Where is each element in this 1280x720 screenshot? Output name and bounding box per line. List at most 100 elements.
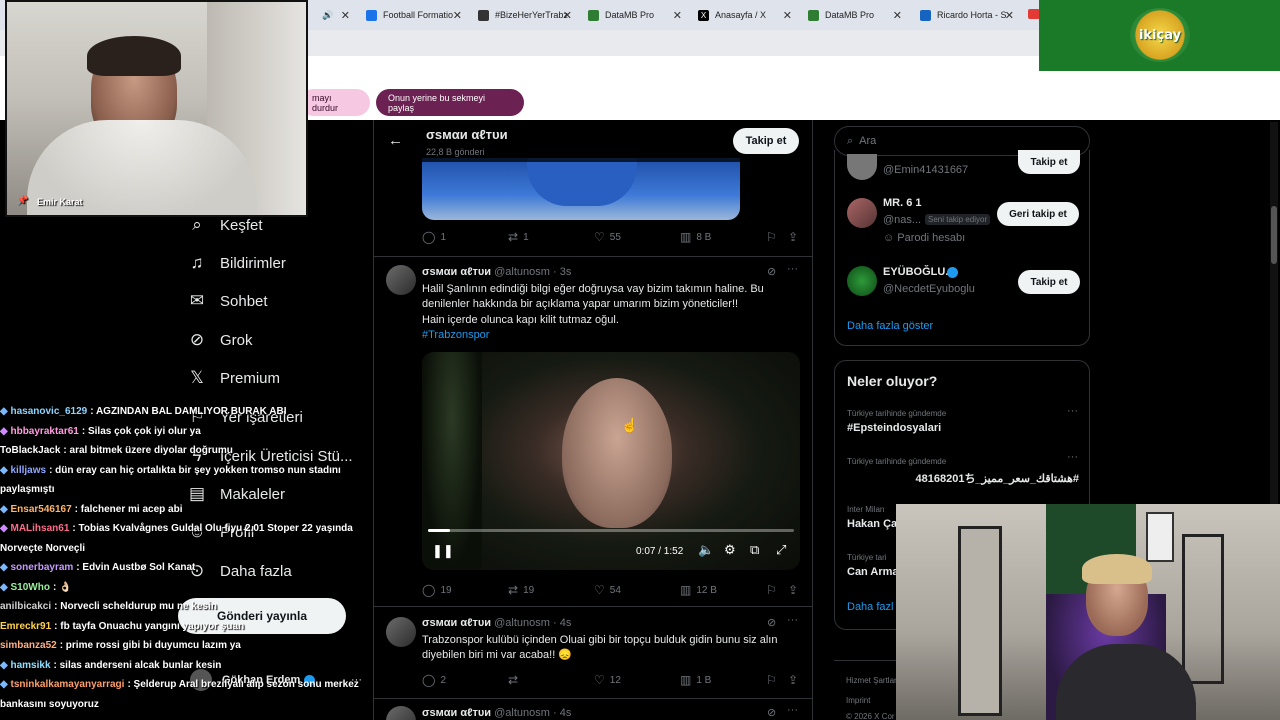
trend-item[interactable]: Türkiye tarihinde gündemde #هشتاقك_سعر_م…: [835, 451, 1089, 485]
views-count: 1 B: [696, 674, 712, 686]
scrollbar-thumb[interactable]: [1271, 206, 1277, 264]
browser-tab[interactable]: X Anasayfa / X ✕: [698, 4, 792, 26]
close-tab-icon[interactable]: ✕: [563, 9, 572, 22]
chat-username: MALihsan61: [10, 523, 70, 534]
more-options-icon[interactable]: ···: [787, 263, 798, 275]
tweet-author[interactable]: σsмαи αℓтυи @altunosm · 4s: [422, 617, 571, 629]
x-logo-icon: 𝕏: [190, 368, 204, 387]
search-icon: ⌕: [192, 215, 202, 234]
volume-icon[interactable]: 🔈: [698, 542, 714, 558]
stop-sharing-label: mayı durdur: [312, 92, 339, 113]
bookmark-button[interactable]: ⚐: [766, 583, 782, 597]
nav-item-notifications[interactable]: ♫ Bildirimler: [186, 252, 286, 274]
avatar[interactable]: [386, 706, 416, 720]
close-tab-icon[interactable]: ✕: [673, 9, 682, 22]
follow-button[interactable]: Takip et: [733, 128, 799, 154]
follow-button[interactable]: Takip et: [1018, 150, 1080, 174]
follow-back-button[interactable]: Geri takip et: [997, 202, 1079, 226]
views-button[interactable]: ▥ 1 B: [680, 673, 711, 687]
stop-sharing-button[interactable]: mayı durdur: [300, 89, 370, 116]
retweet-button[interactable]: ⇄ 19: [508, 583, 534, 597]
nav-item-explore[interactable]: ⌕ Keşfet: [186, 214, 263, 236]
stream-chat: ◆ hasanovic_6129: AGZINDAN BAL DAMLIYOR …: [0, 402, 385, 714]
avatar[interactable]: [847, 266, 877, 296]
like-button[interactable]: ♡ 12: [594, 673, 621, 687]
bookmark-button[interactable]: ⚐: [766, 230, 782, 244]
nav-item-chat[interactable]: ✉ Sohbet: [186, 290, 268, 312]
browser-tab[interactable]: 🔊 ✕: [322, 4, 350, 26]
settings-icon[interactable]: ⚙: [724, 542, 736, 558]
avatar[interactable]: [847, 198, 877, 228]
chat-badge-icon: ◆: [0, 659, 8, 671]
nav-item-premium[interactable]: 𝕏 Premium: [186, 367, 280, 389]
tweet-author[interactable]: σsмαи αℓтυи @altunosm · 3s: [422, 266, 571, 278]
more-options-icon[interactable]: ···: [787, 614, 798, 626]
hashtag-link[interactable]: #Trabzonspor: [422, 328, 792, 343]
reply-button[interactable]: ◯ 2: [422, 673, 446, 687]
nav-label: Keşfet: [220, 216, 263, 234]
close-tab-icon[interactable]: ✕: [783, 9, 792, 22]
pin-icon: 📌: [17, 195, 29, 205]
more-options-icon[interactable]: ···: [1067, 405, 1078, 417]
close-tab-icon[interactable]: ✕: [1005, 9, 1014, 22]
browser-tab[interactable]: DataMB Pro ✕: [588, 4, 682, 26]
browser-tab[interactable]: Ricardo Horta - S ✕: [920, 4, 1014, 26]
follows-you-badge: Seni takip ediyor: [925, 214, 991, 225]
footer-link[interactable]: Imprint: [846, 696, 870, 705]
picture-in-picture-icon[interactable]: ⧉: [750, 542, 759, 558]
share-button[interactable]: ⇪: [788, 230, 803, 244]
bookmark-button[interactable]: ⚐: [766, 673, 782, 687]
browser-tab[interactable]: DataMB Pro ✕: [808, 4, 902, 26]
tweet[interactable]: σsмαи αℓтυи @altunosm · 3s ⊘ ··· Halil Ş…: [374, 257, 812, 607]
share-button[interactable]: ⇪: [788, 673, 803, 687]
like-button[interactable]: ♡ 54: [594, 583, 621, 597]
show-more-link[interactable]: Daha fazl: [847, 601, 893, 613]
close-tab-icon[interactable]: ✕: [341, 9, 350, 22]
video-progress-track[interactable]: [428, 529, 794, 532]
show-more-link[interactable]: Daha fazla göster: [847, 320, 933, 332]
views-button[interactable]: ▥ 8 B: [680, 230, 711, 244]
more-options-icon[interactable]: ···: [1067, 451, 1078, 463]
avatar[interactable]: [386, 617, 416, 647]
grok-icon[interactable]: ⊘: [767, 265, 776, 278]
grok-icon[interactable]: ⊘: [767, 616, 776, 629]
share-icon: ⇪: [788, 583, 799, 597]
retweet-button[interactable]: ⇄: [508, 673, 523, 687]
close-tab-icon[interactable]: ✕: [893, 9, 902, 22]
close-tab-icon[interactable]: ✕: [453, 9, 462, 22]
tweet-author[interactable]: σsмαи αℓтυи @altunosm · 4s: [422, 707, 571, 719]
like-button[interactable]: ♡ 55: [594, 230, 621, 244]
tweet-media[interactable]: [422, 158, 740, 220]
chat-message: anilbicakci: Norvecli scheldurup mu ne k…: [0, 597, 385, 617]
chat-message: ◆ hamsikk: silas anderseni alcak bunlar …: [0, 656, 385, 676]
browser-tab[interactable]: Football Formatio ✕: [366, 4, 462, 26]
browser-tab[interactable]: #BizeHerYerTrabz ✕: [478, 4, 572, 26]
nav-item-grok[interactable]: ⊘ Grok: [186, 329, 253, 351]
tweet[interactable]: σsмαи αℓтυи @altunosm · 4s ⊘ ···: [374, 699, 812, 720]
pause-icon[interactable]: ❚❚: [432, 543, 454, 559]
chat-message: ToBlackJack: aral bitmek üzere diyolar d…: [0, 441, 385, 461]
share-button[interactable]: ⇪: [788, 583, 803, 597]
chat-username: killjaws: [10, 464, 47, 476]
fullscreen-icon[interactable]: ⤢: [776, 542, 786, 558]
follow-button[interactable]: Takip et: [1018, 270, 1080, 294]
trend-title: Hakan Ça: [847, 518, 898, 530]
nav-label: Premium: [220, 369, 281, 387]
views-button[interactable]: ▥ 12 B: [680, 583, 717, 597]
grok-icon[interactable]: ⊘: [767, 706, 776, 719]
footer-link[interactable]: Hizmet Şartları: [846, 676, 899, 685]
more-options-icon[interactable]: ···: [787, 704, 798, 716]
share-icon: ⇪: [788, 673, 799, 687]
reply-button[interactable]: ◯ 19: [422, 583, 452, 597]
avatar[interactable]: [386, 265, 416, 295]
retweet-button[interactable]: ⇄ 1: [508, 230, 529, 244]
streamer-webcam: 📌 Emir Karat: [5, 0, 308, 217]
reply-button[interactable]: ◯ 1: [422, 230, 446, 244]
avatar[interactable]: [847, 154, 877, 180]
share-this-tab-button[interactable]: Onun yerine bu sekmeyi paylaş: [376, 89, 524, 116]
back-arrow-icon[interactable]: ←: [388, 132, 403, 149]
tweet[interactable]: σsмαи αℓтυи @altunosm · 4s ⊘ ··· Trabzon…: [374, 607, 812, 699]
chat-text: : 👌🏻: [52, 581, 72, 593]
tweet-video[interactable]: ❚❚ 0:07 / 1:52 🔈 ⚙ ⧉ ⤢: [422, 352, 800, 570]
trend-item[interactable]: Türkiye tarihinde gündemde #Epsteindosya…: [835, 405, 1089, 435]
